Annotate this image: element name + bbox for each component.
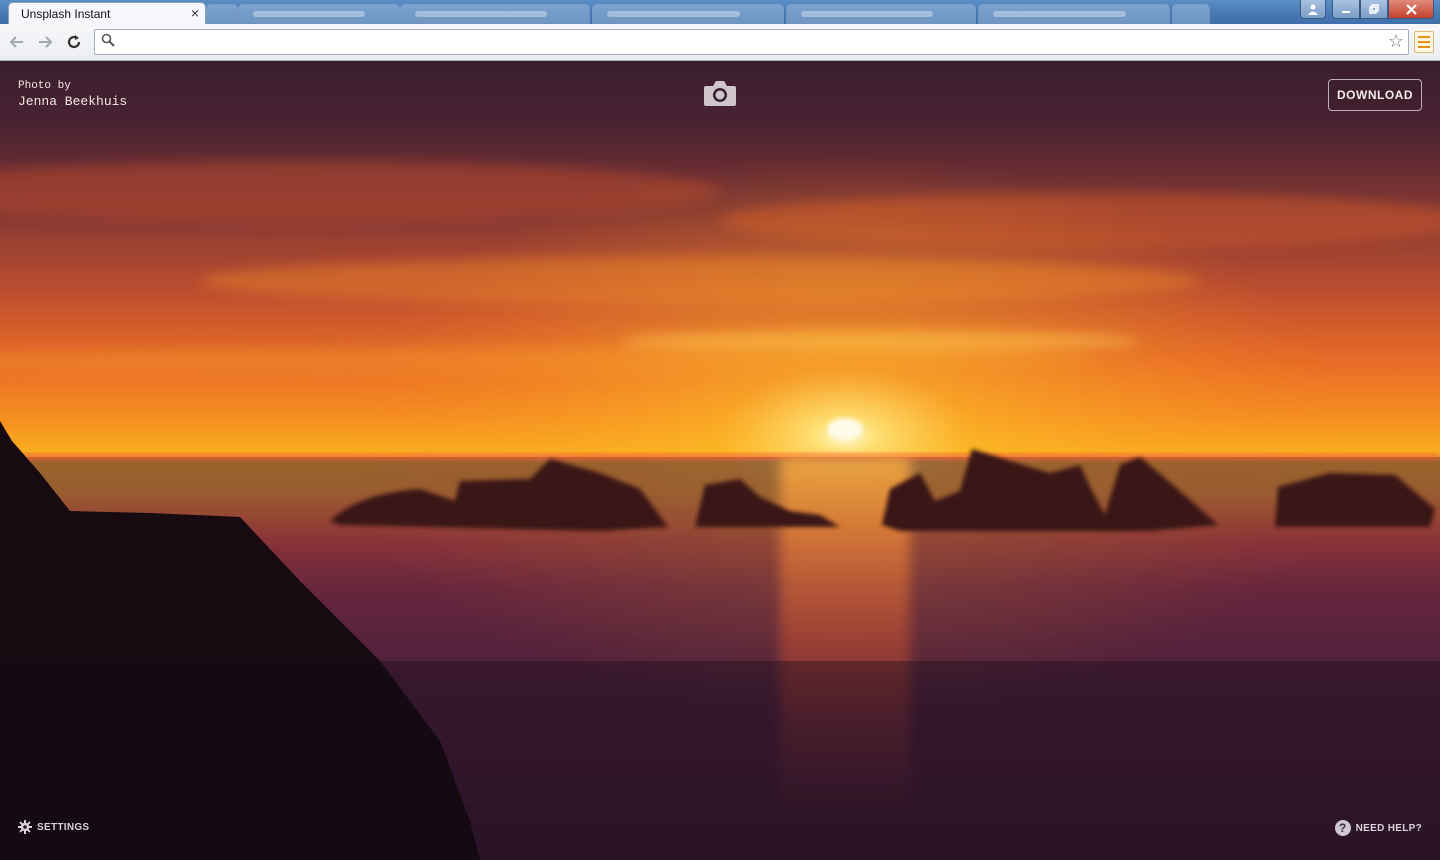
settings-label: SETTINGS <box>37 821 90 833</box>
gear-icon <box>18 820 32 834</box>
tab-new[interactable] <box>206 4 238 24</box>
tab-title: Unsplash Instant <box>21 7 111 21</box>
search-icon <box>101 33 115 47</box>
restore-icon[interactable] <box>1360 0 1388 19</box>
browser-menu-icon[interactable] <box>1414 31 1434 53</box>
window-titlebar: Unsplash Instant × <box>0 0 1440 27</box>
tab-new[interactable] <box>1172 4 1210 24</box>
credit-author[interactable]: Jenna Beekhuis <box>18 94 127 109</box>
address-input[interactable] <box>121 32 1375 52</box>
close-window-icon[interactable] <box>1388 0 1434 19</box>
credit-prefix: Photo by <box>18 80 71 92</box>
tab-background[interactable] <box>786 4 976 24</box>
browser-toolbar: ☆ <box>0 24 1440 61</box>
settings-button[interactable]: SETTINGS <box>18 820 89 834</box>
tab-background[interactable] <box>238 4 400 24</box>
question-icon: ? <box>1334 820 1351 836</box>
minimize-icon[interactable] <box>1332 0 1360 19</box>
tab-close-icon[interactable]: × <box>191 5 199 21</box>
new-tab-page: Photo by Jenna Beekhuis DOWNLOAD SETTING… <box>0 61 1440 860</box>
download-button[interactable]: DOWNLOAD <box>1328 79 1422 111</box>
window-controls <box>1300 0 1434 19</box>
profile-icon[interactable] <box>1300 0 1326 19</box>
help-label: NEED HELP? <box>1355 822 1422 834</box>
help-button[interactable]: ? NEED HELP? <box>1334 820 1422 836</box>
address-bar[interactable]: ☆ <box>94 29 1409 55</box>
reload-icon[interactable] <box>64 32 84 52</box>
background-photo <box>0 61 1440 860</box>
bookmark-star-icon[interactable]: ☆ <box>1388 31 1404 52</box>
tab-background[interactable] <box>400 4 590 24</box>
photo-credit: Photo by Jenna Beekhuis <box>18 79 127 109</box>
tab-background[interactable] <box>592 4 784 24</box>
camera-icon[interactable] <box>703 79 737 107</box>
back-arrow-icon[interactable] <box>7 32 27 52</box>
forward-arrow-icon[interactable] <box>35 32 55 52</box>
tab-background[interactable] <box>978 4 1170 24</box>
